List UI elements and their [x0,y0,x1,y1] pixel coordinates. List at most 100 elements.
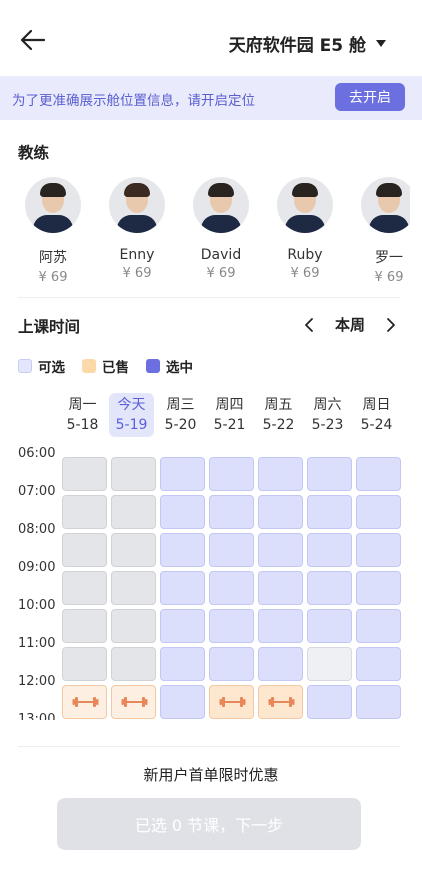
timeslot-cell-available[interactable] [307,495,352,529]
next-step-button[interactable]: 已选 0 节课，下一步 [57,798,361,850]
coach-name: 阿苏 [39,250,67,266]
promo-text: 新用户首单限时优惠 [143,766,279,784]
timeslot-cell-unavailable [307,647,352,681]
legend-available: 可选 [18,356,65,376]
timeslot-cell-available[interactable] [258,495,303,529]
timeslot-cell-past [62,609,107,643]
timeslot-cell-available[interactable] [356,571,401,605]
timeslot-cell-available[interactable] [307,609,352,643]
timeslot-cell-available[interactable] [160,495,205,529]
coach-avatar [193,177,249,233]
day-date: 5-23 [311,417,344,433]
coach-price: ¥ 69 [374,270,404,282]
timeslot-cell-available[interactable] [356,647,401,681]
time-label: 11:00 [18,636,56,651]
coach-card[interactable]: Ruby ¥ 69 [263,172,347,281]
day-header: 周日 5-24 [354,393,399,437]
legend-label: 可选 [38,360,65,376]
time-label: 12:00 [18,674,56,689]
timeslot-cell-available[interactable] [209,533,254,567]
timeslot-cell-available[interactable] [356,533,401,567]
dumbbell-icon [72,697,99,707]
legend-swatch [18,359,32,373]
timeslot-cell-available[interactable] [356,609,401,643]
day-header-today: 今天 5-19 [109,393,154,437]
arrow-left-icon [20,29,46,51]
coach-card[interactable]: Enny ¥ 69 [95,172,179,281]
day-header: 周一 5-18 [60,393,105,437]
timeslot-cell-available[interactable] [160,533,205,567]
divider [18,746,400,747]
timeslot-cell-available[interactable] [160,457,205,491]
timeslot-cell-available[interactable] [209,609,254,643]
timeslot-cell-past [111,571,156,605]
coach-card[interactable]: 罗一 ¥ 69 [347,172,410,282]
timeslot-cell-available[interactable] [160,609,205,643]
day-weekday: 周四 [215,397,244,413]
coach-avatar [277,177,333,233]
dumbbell-icon [219,697,246,707]
time-label: 08:00 [18,522,56,537]
coach-avatar [25,177,81,233]
timeslot-cell-available[interactable] [356,685,401,719]
timeslot-cell-available[interactable] [258,533,303,567]
coach-name: Ruby [287,247,323,263]
next-week-button[interactable] [382,316,400,334]
timeslot-cell-available[interactable] [209,495,254,529]
legend-selected: 选中 [146,356,193,376]
coach-card[interactable]: David ¥ 69 [179,172,263,281]
timeslot-cell-available[interactable] [258,647,303,681]
timeslot-cell-available[interactable] [209,647,254,681]
coach-avatar [109,177,165,233]
timeslot-cell-available[interactable] [209,457,254,491]
back-button[interactable] [18,28,46,52]
time-label: 09:00 [18,560,56,575]
coach-list[interactable]: 阿苏 ¥ 69 Enny ¥ 69 David ¥ 69 Ruby ¥ 69 罗… [0,172,410,282]
timeslot-cell-available[interactable] [160,571,205,605]
chevron-left-icon [305,317,313,332]
chevron-right-icon [387,317,395,332]
week-navigator: 本周 [300,314,400,335]
day-weekday: 周五 [264,397,293,413]
timeslot-cell-available[interactable] [356,495,401,529]
timeslot-cell-available[interactable] [258,457,303,491]
timeslot-cell-available[interactable] [160,685,205,719]
day-header: 周四 5-21 [207,393,252,437]
timeslot-cell-sold [258,685,303,719]
timeslot-cell-available[interactable] [258,571,303,605]
coach-card[interactable]: 阿苏 ¥ 69 [11,172,95,282]
timeslot-cell-available[interactable] [160,647,205,681]
header: 天府软件园 E5 舱 [0,0,422,76]
coach-price: ¥ 69 [290,266,320,281]
dumbbell-icon [268,697,295,707]
coaches-title: 教练 [18,144,50,162]
timeslot-cell-available[interactable] [307,685,352,719]
coach-price: ¥ 69 [38,270,68,282]
day-date: 5-22 [262,417,295,433]
time-label: 06:00 [18,446,56,461]
timeslot-cell-available[interactable] [307,571,352,605]
timeslot-cell-past [62,647,107,681]
timeslot-grid: 06:00 07:00 08:00 09:00 10:00 11:00 12:0… [0,440,422,720]
day-weekday: 周三 [166,397,195,413]
schedule-title: 上课时间 [18,318,81,336]
week-label: 本周 [334,316,365,334]
day-weekday: 周六 [313,397,342,413]
timeslot-cell-available[interactable] [356,457,401,491]
timeslot-cell-available[interactable] [209,571,254,605]
enable-location-button[interactable]: 去开启 [335,83,405,111]
timeslot-cell-available[interactable] [258,609,303,643]
timeslot-cell-sold [62,685,107,719]
timeslot-cell-available[interactable] [307,533,352,567]
timeslot-cell-available[interactable] [307,457,352,491]
cabin-selector[interactable]: 天府软件园 E5 舱 [229,31,386,56]
prev-week-button[interactable] [300,316,318,334]
timeslot-cell-past [62,495,107,529]
day-date: 5-18 [66,417,99,433]
day-header: 周三 5-20 [158,393,203,437]
day-header: 周五 5-22 [256,393,301,437]
caret-down-icon [376,40,386,47]
legend-swatch [82,359,96,373]
slot-legend: 可选 已售 选中 [18,356,210,376]
divider [18,297,400,298]
